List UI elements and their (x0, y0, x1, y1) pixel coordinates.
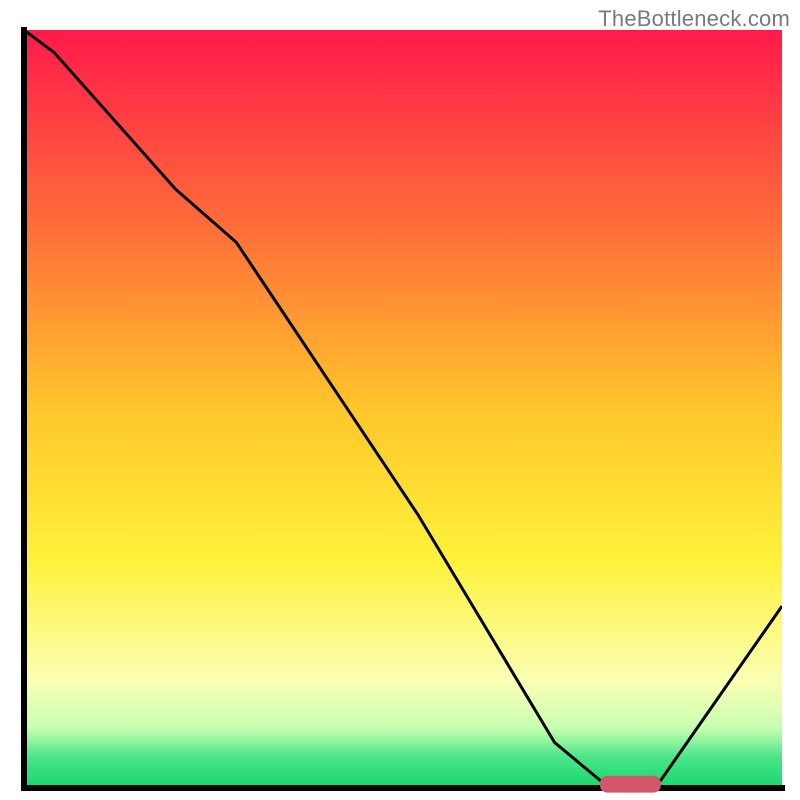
plot-background-gradient (24, 30, 782, 788)
optimal-range-marker (600, 776, 661, 793)
bottleneck-chart (0, 0, 800, 800)
chart-container: TheBottleneck.com (0, 0, 800, 800)
